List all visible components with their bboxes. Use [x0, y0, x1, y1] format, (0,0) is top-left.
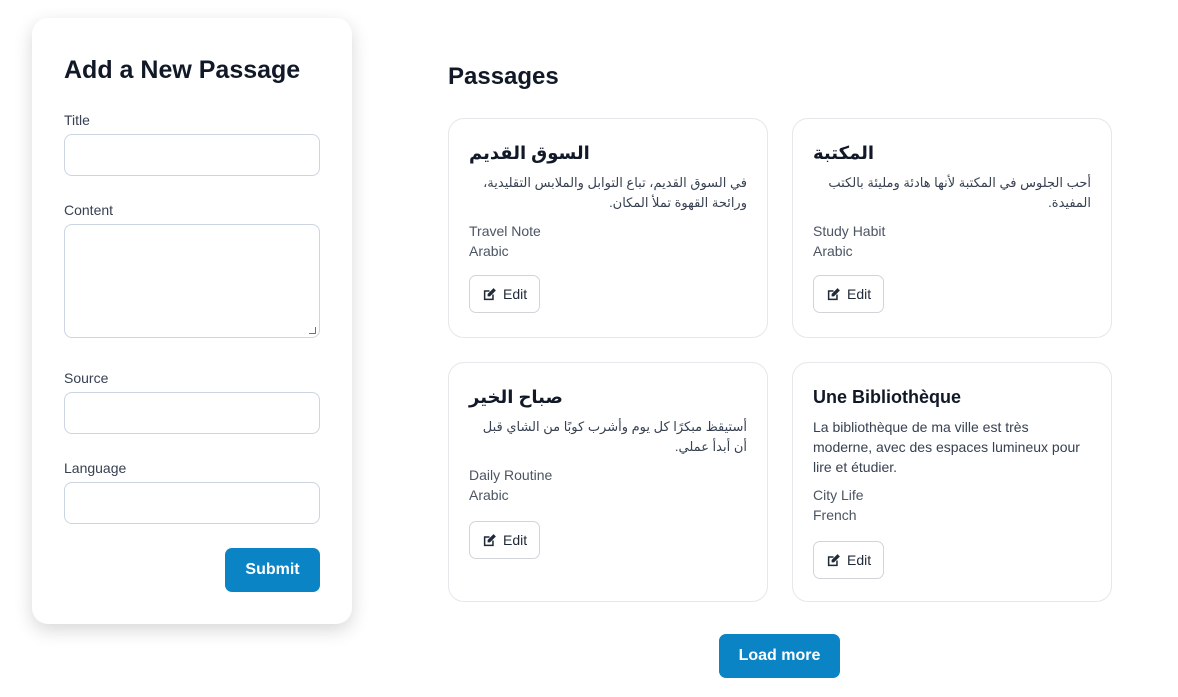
passage-card: المكتبة أحب الجلوس في المكتبة لأنها هادئ… [792, 118, 1112, 338]
source-label: Source [64, 370, 109, 386]
passage-card: السوق القديم في السوق القديم، تباع التوا… [448, 118, 768, 338]
edit-icon [483, 287, 496, 300]
passage-card: صباح الخير أستيقظ مبكرًا كل يوم وأشرب كو… [448, 362, 768, 602]
source-input[interactable] [64, 392, 320, 434]
title-label: Title [64, 112, 90, 128]
edit-icon [483, 533, 496, 546]
submit-button[interactable]: Submit [225, 548, 320, 592]
edit-label: Edit [847, 552, 872, 568]
edit-label: Edit [503, 286, 528, 302]
passage-content: أحب الجلوس في المكتبة لأنها هادئة ومليئة… [828, 175, 1091, 210]
passage-language: Arabic [813, 243, 853, 259]
passage-title: المكتبة [813, 143, 875, 163]
passage-content: في السوق القديم، تباع التوابل والملابس ا… [483, 175, 747, 210]
passage-title: السوق القديم [469, 143, 590, 163]
language-input[interactable] [64, 482, 320, 524]
add-passage-form: Add a New Passage Title Content Source L… [32, 18, 352, 624]
edit-button[interactable]: Edit [813, 275, 885, 313]
passage-language: Arabic [469, 487, 509, 503]
passages-heading: Passages [448, 63, 559, 90]
passage-source: Study Habit [813, 223, 886, 239]
language-label: Language [64, 460, 127, 476]
edit-button[interactable]: Edit [469, 275, 541, 313]
passage-content: أستيقظ مبكرًا كل يوم وأشرب كوبًا من الشا… [482, 419, 747, 454]
passage-content: La bibliothèque de ma ville est très mod… [813, 419, 1080, 475]
edit-label: Edit [847, 286, 872, 302]
passage-title: Une Bibliothèque [813, 387, 961, 407]
content-label: Content [64, 202, 114, 218]
passage-language: Arabic [469, 243, 509, 259]
edit-button[interactable]: Edit [813, 541, 885, 579]
passage-source: City Life [813, 487, 864, 503]
form-title: Add a New Passage [64, 56, 301, 84]
edit-label: Edit [503, 532, 528, 548]
title-input[interactable] [64, 134, 320, 176]
passage-source: Daily Routine [469, 467, 553, 483]
passage-title: صباح الخير [469, 387, 563, 407]
edit-icon [827, 287, 840, 300]
edit-button[interactable]: Edit [469, 521, 541, 559]
passage-card: Une Bibliothèque La bibliothèque de ma v… [792, 362, 1112, 602]
content-textarea[interactable] [64, 224, 320, 338]
load-more-button[interactable]: Load more [719, 634, 840, 678]
passage-language: French [813, 507, 857, 523]
edit-icon [827, 553, 840, 566]
resize-grip-icon[interactable] [309, 327, 316, 334]
passage-source: Travel Note [469, 223, 541, 239]
